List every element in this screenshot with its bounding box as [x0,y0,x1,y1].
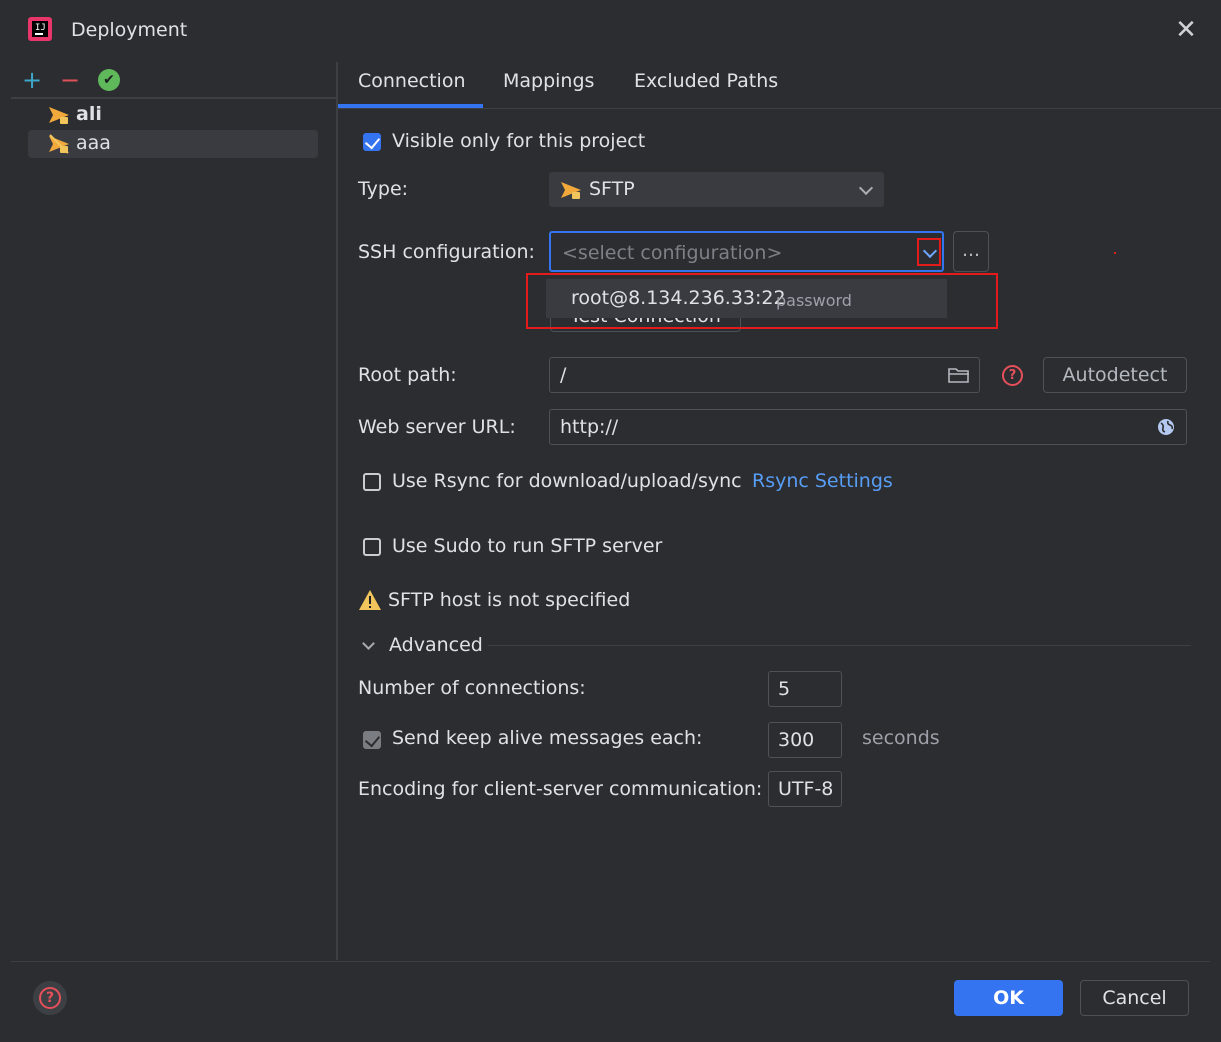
num-connections-input[interactable]: 5 [768,671,842,707]
server-item-aaa[interactable]: aaa [28,130,318,158]
num-connections-value: 5 [778,678,791,700]
keepalive-value: 300 [778,729,815,751]
keepalive-checkbox[interactable] [363,731,381,749]
window-title: Deployment [71,19,188,41]
keepalive-label: Send keep alive messages each: [392,727,703,749]
num-connections-label: Number of connections: [358,677,586,699]
help-icon[interactable]: ? [1002,365,1023,386]
autodetect-button[interactable]: Autodetect [1043,357,1187,393]
chevron-down-icon [922,243,938,259]
globe-icon[interactable] [1157,418,1175,436]
server-item-label: aaa [76,132,111,154]
web-url-label: Web server URL: [358,416,516,438]
rsync-label: Use Rsync for download/upload/sync [392,470,742,492]
web-url-input[interactable]: http:// [549,409,1187,445]
warning-icon [359,590,381,610]
tab-connection[interactable]: Connection [358,70,466,92]
web-url-value: http:// [560,416,619,438]
sftp-type-icon [561,182,581,199]
help-button[interactable]: ? [33,981,67,1015]
advanced-header[interactable]: Advanced [389,634,483,656]
root-path-label: Root path: [358,364,457,386]
toolbar-divider [11,97,336,99]
keepalive-input[interactable]: 300 [768,722,842,758]
encoding-value: UTF-8 [778,778,834,800]
server-item-label: ali [76,103,102,125]
pane-divider[interactable] [336,62,338,960]
chevron-down-icon [858,180,874,196]
question-icon: ? [39,987,61,1009]
keepalive-unit: seconds [862,727,940,749]
ssh-config-label: SSH configuration: [358,241,535,263]
type-combobox[interactable]: SFTP [549,172,884,207]
sudo-label: Use Sudo to run SFTP server [392,535,663,557]
sudo-checkbox[interactable] [363,538,381,556]
root-path-value: / [560,364,567,386]
rsync-settings-link[interactable]: Rsync Settings [752,470,893,492]
tab-mappings[interactable]: Mappings [503,70,594,92]
root-path-input[interactable]: / [549,357,980,393]
tab-excluded-paths[interactable]: Excluded Paths [634,70,778,92]
visible-only-label: Visible only for this project [392,130,646,152]
server-item-ali[interactable]: ali [28,101,318,129]
folder-icon[interactable] [948,366,970,384]
remove-server-button[interactable]: − [58,68,82,92]
chevron-down-icon[interactable] [362,637,375,650]
ssh-config-more-button[interactable]: ... [953,231,989,272]
active-tab-indicator [338,104,483,108]
ssh-config-combobox[interactable]: <select configuration> [549,231,944,272]
encoding-label: Encoding for client-server communication… [358,778,763,800]
intellij-app-icon: IJ [28,17,52,41]
dropdown-arrow-button[interactable] [917,238,941,266]
ssh-config-placeholder: <select configuration> [562,242,783,264]
footer-divider [11,961,1210,962]
tab-bar [338,62,1221,109]
sftp-server-warning-icon [49,134,69,154]
visible-only-checkbox[interactable] [363,133,381,151]
server-list-pane [11,62,336,960]
set-default-check-icon[interactable]: ✔ [98,69,120,91]
ok-button[interactable]: OK [954,980,1063,1016]
close-icon[interactable]: ✕ [1172,16,1200,44]
type-label: Type: [358,178,409,200]
warning-text: SFTP host is not specified [388,589,631,611]
advanced-divider [488,645,1191,646]
encoding-input[interactable]: UTF-8 [768,771,842,807]
highlight-annotation-box [526,273,998,329]
add-server-button[interactable]: + [20,68,44,92]
cancel-button[interactable]: Cancel [1080,980,1189,1016]
annotation-dot [1114,252,1116,254]
type-value: SFTP [589,178,635,200]
rsync-checkbox[interactable] [363,473,381,491]
sftp-server-icon [49,107,69,124]
